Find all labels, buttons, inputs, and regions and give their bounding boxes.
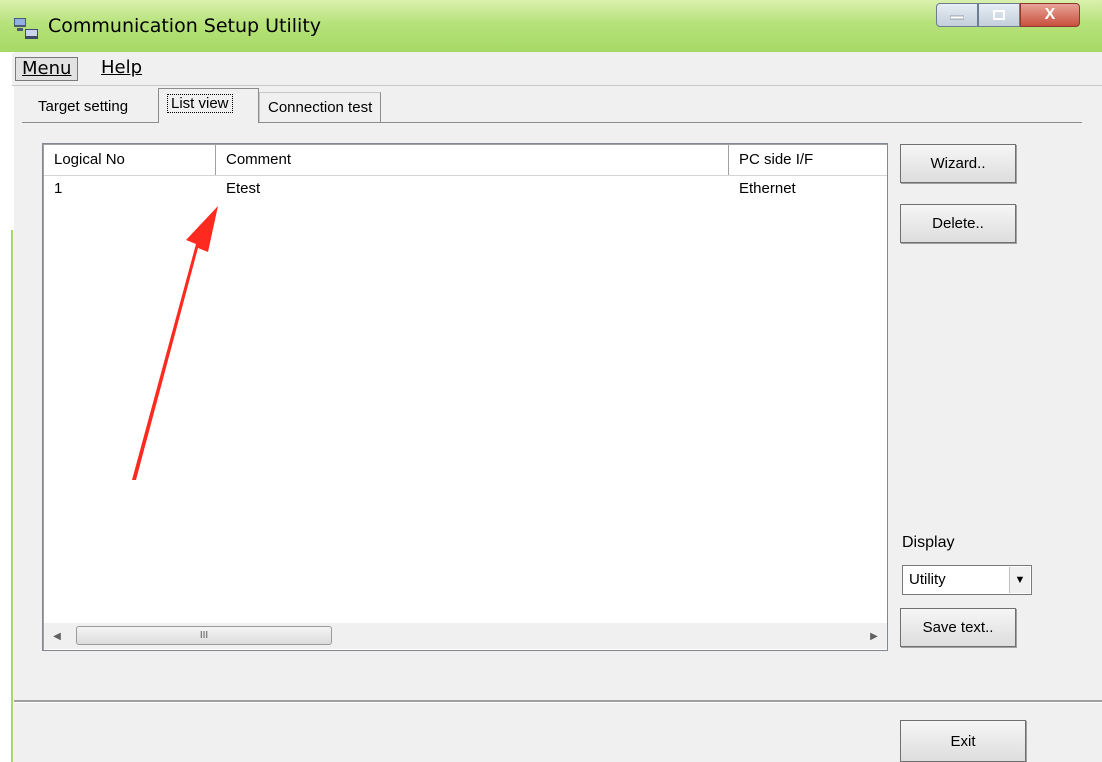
- menu-item-label: Help: [101, 57, 143, 78]
- close-icon: X: [1044, 6, 1056, 23]
- scroll-left-icon[interactable]: ◀: [44, 623, 70, 649]
- list-header: Logical No Comment PC side I/F: [44, 145, 887, 176]
- maximize-icon: [993, 7, 1005, 24]
- title-bar: Communication Setup Utility X: [0, 0, 1102, 52]
- cell-pc-side-if: Ethernet: [739, 180, 796, 197]
- tab-label: List view: [167, 94, 233, 113]
- app-icon: [14, 18, 38, 40]
- column-header-pc-side-if[interactable]: PC side I/F: [729, 145, 887, 175]
- tab-label: Target setting: [38, 98, 129, 115]
- minimize-icon: [949, 7, 965, 24]
- table-row[interactable]: 1 Etest Ethernet: [44, 180, 887, 202]
- divider: [14, 700, 1102, 703]
- column-header-comment[interactable]: Comment: [216, 145, 729, 175]
- annotation-arrow-icon: [132, 206, 218, 480]
- button-label: Delete..: [932, 215, 984, 232]
- button-label: Wizard..: [930, 155, 986, 172]
- scroll-thumb[interactable]: III: [76, 626, 332, 645]
- window-left-border: [11, 230, 13, 762]
- menu-item-menu[interactable]: Menu: [15, 57, 79, 81]
- tab-connection-test[interactable]: Connection test: [259, 92, 382, 122]
- wizard-button[interactable]: Wizard..: [900, 144, 1016, 183]
- tab-target-setting[interactable]: Target setting: [30, 92, 136, 122]
- tab-label: Connection test: [268, 99, 373, 116]
- button-label: Save text..: [922, 619, 994, 636]
- window-controls: X: [936, 3, 1080, 27]
- tab-list-view[interactable]: List view: [158, 88, 259, 123]
- horizontal-scrollbar[interactable]: ◀ III ▶: [44, 623, 887, 649]
- cell-logical-no: 1: [54, 180, 63, 197]
- menu-item-label: Menu: [22, 58, 72, 79]
- window-title: Communication Setup Utility: [48, 15, 322, 37]
- minimize-button[interactable]: [936, 3, 978, 27]
- menu-item-help[interactable]: Help: [95, 57, 148, 79]
- close-button[interactable]: X: [1020, 3, 1080, 27]
- display-select-value: Utility: [909, 571, 946, 588]
- display-select[interactable]: Utility ▼: [902, 565, 1032, 595]
- maximize-button[interactable]: [978, 3, 1020, 27]
- scroll-grip-icon: III: [199, 630, 209, 641]
- button-label: Exit: [950, 732, 976, 750]
- menu-bar: Menu Help: [12, 53, 1102, 86]
- exit-button[interactable]: Exit: [900, 720, 1026, 762]
- delete-button[interactable]: Delete..: [900, 204, 1016, 243]
- scroll-right-icon[interactable]: ▶: [861, 623, 887, 649]
- chevron-down-icon[interactable]: ▼: [1009, 567, 1030, 593]
- cell-comment: Etest: [226, 180, 261, 197]
- save-text-button[interactable]: Save text..: [900, 608, 1016, 647]
- display-label: Display: [902, 534, 955, 551]
- column-header-logical-no[interactable]: Logical No: [44, 145, 216, 175]
